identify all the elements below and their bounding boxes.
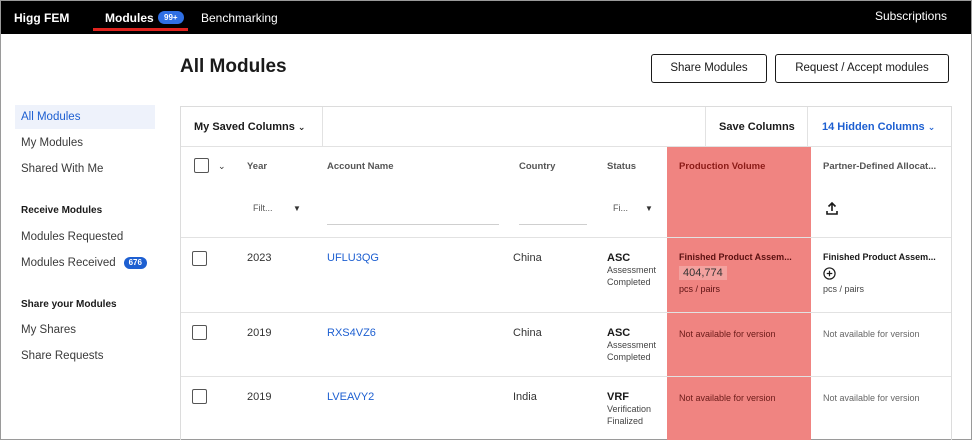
sidebar-item-my-modules[interactable]: My Modules <box>15 131 155 155</box>
sidebar-item-shared-with-me[interactable]: Shared With Me <box>15 157 155 181</box>
sidebar-item-modules-requested[interactable]: Modules Requested <box>15 225 155 249</box>
account-name-link[interactable]: UFLU3QG <box>327 252 379 264</box>
hidden-columns-dropdown[interactable]: 14 Hidden Columns ⌄ <box>822 121 935 133</box>
status-line-2: Finalized <box>607 416 644 426</box>
caret-down-icon: ▼ <box>645 204 653 213</box>
year-cell: 2019 <box>247 391 272 403</box>
divider <box>807 107 808 147</box>
status-code: ASC <box>607 252 631 264</box>
column-header-status[interactable]: Status <box>607 161 636 172</box>
received-count-badge: 676 <box>123 257 147 269</box>
year-filter-value: Filt... <box>253 203 273 213</box>
sidebar-item-share-requests[interactable]: Share Requests <box>15 344 155 368</box>
account-name-link[interactable]: LVEAVY2 <box>327 391 374 403</box>
status-cell: ASC Assessment Completed <box>607 252 656 288</box>
pv-value: 404,774 <box>679 266 727 280</box>
select-all-checkbox[interactable] <box>194 158 209 173</box>
column-header-production-volume[interactable]: Production Volume <box>679 161 765 172</box>
country-cell: India <box>513 391 537 403</box>
pv-title: Finished Product Assem... <box>679 252 792 262</box>
active-tab-underline <box>93 28 188 31</box>
year-cell: 2023 <box>247 252 272 264</box>
column-header-year[interactable]: Year <box>247 161 267 172</box>
chevron-down-icon: ⌄ <box>297 122 306 132</box>
sidebar-item-all-modules[interactable]: All Modules <box>15 105 155 129</box>
production-volume-na: Not available for version <box>679 393 776 403</box>
row-checkbox[interactable] <box>192 389 207 404</box>
status-code: ASC <box>607 327 631 339</box>
column-header-account-name[interactable]: Account Name <box>327 161 394 172</box>
nav-subscriptions[interactable]: Subscriptions <box>875 9 947 23</box>
partner-defined-na: Not available for version <box>823 393 920 403</box>
upload-icon[interactable] <box>824 201 840 217</box>
table-header: ⌄ Year Account Name Country Status Produ… <box>181 147 951 237</box>
table-row[interactable]: 2019 LVEAVY2 India VRF Verification Fina… <box>181 376 951 440</box>
save-columns-button[interactable]: Save Columns <box>719 121 795 133</box>
add-circle-icon[interactable] <box>823 267 836 280</box>
pd-unit: pcs / pairs <box>823 284 865 294</box>
status-code: VRF <box>607 391 629 403</box>
saved-columns-dropdown[interactable]: My Saved Columns ⌄ <box>194 121 305 133</box>
country-cell: China <box>513 327 542 339</box>
status-line-1: Assessment <box>607 340 657 350</box>
partner-defined-cell: Finished Product Assem... pcs / pairs <box>823 252 936 294</box>
production-volume-na: Not available for version <box>679 329 776 339</box>
table-row[interactable]: 2023 UFLU3QG China ASC Assessment Comple… <box>181 237 951 312</box>
share-modules-heading: Share your Modules <box>21 299 117 310</box>
receive-modules-heading: Receive Modules <box>21 205 103 216</box>
column-header-country[interactable]: Country <box>519 161 555 172</box>
top-nav: Higg FEM Modules 99+ Benchmarking Subscr… <box>1 1 971 34</box>
status-line-1: Assessment <box>607 265 657 275</box>
divider <box>705 107 706 147</box>
table-toolbar: My Saved Columns ⌄ Save Columns 14 Hidden… <box>181 107 951 147</box>
request-accept-modules-button[interactable]: Request / Accept modules <box>775 54 949 83</box>
row-checkbox[interactable] <box>192 251 207 266</box>
column-header-partner-defined[interactable]: Partner-Defined Allocat... <box>823 161 936 172</box>
nav-modules-label: Modules <box>105 11 154 25</box>
year-filter-select[interactable]: Filt... ▼ <box>253 203 303 213</box>
pd-title: Finished Product Assem... <box>823 252 936 262</box>
status-cell: VRF Verification Finalized <box>607 391 651 427</box>
account-name-link[interactable]: RXS4VZ6 <box>327 327 376 339</box>
production-volume-cell: Finished Product Assem... 404,774 pcs / … <box>679 252 792 294</box>
partner-defined-na: Not available for version <box>823 329 920 339</box>
saved-columns-label: My Saved Columns <box>194 121 295 133</box>
modules-count-badge: 99+ <box>158 11 184 24</box>
status-line-2: Completed <box>607 352 651 362</box>
hidden-columns-label: 14 Hidden Columns <box>822 121 925 133</box>
nav-benchmarking[interactable]: Benchmarking <box>201 11 278 25</box>
divider <box>322 107 323 147</box>
country-filter-input[interactable] <box>519 224 587 225</box>
share-modules-button[interactable]: Share Modules <box>651 54 767 83</box>
sidebar-item-modules-received[interactable]: Modules Received 676 <box>15 251 155 275</box>
modules-table-panel: My Saved Columns ⌄ Save Columns 14 Hidden… <box>180 106 952 440</box>
status-cell: ASC Assessment Completed <box>607 327 656 363</box>
nav-modules[interactable]: Modules 99+ <box>93 1 188 34</box>
chevron-down-icon[interactable]: ⌄ <box>218 161 226 172</box>
table-row[interactable]: 2019 RXS4VZ6 China ASC Assessment Comple… <box>181 312 951 376</box>
sidebar-item-my-shares[interactable]: My Shares <box>15 318 155 342</box>
status-line-2: Completed <box>607 277 651 287</box>
status-line-1: Verification <box>607 404 652 414</box>
sidebar-item-label: Modules Received <box>21 257 116 269</box>
caret-down-icon: ▼ <box>293 204 301 213</box>
country-cell: China <box>513 252 542 264</box>
chevron-down-icon: ⌄ <box>927 122 936 132</box>
row-checkbox[interactable] <box>192 325 207 340</box>
account-name-filter-input[interactable] <box>327 224 499 225</box>
pv-unit: pcs / pairs <box>679 284 721 294</box>
brand-logo[interactable]: Higg FEM <box>14 11 69 25</box>
status-filter-value: Fi... <box>613 203 628 213</box>
page-title: All Modules <box>180 56 287 77</box>
status-filter-select[interactable]: Fi... ▼ <box>613 203 655 213</box>
year-cell: 2019 <box>247 327 272 339</box>
